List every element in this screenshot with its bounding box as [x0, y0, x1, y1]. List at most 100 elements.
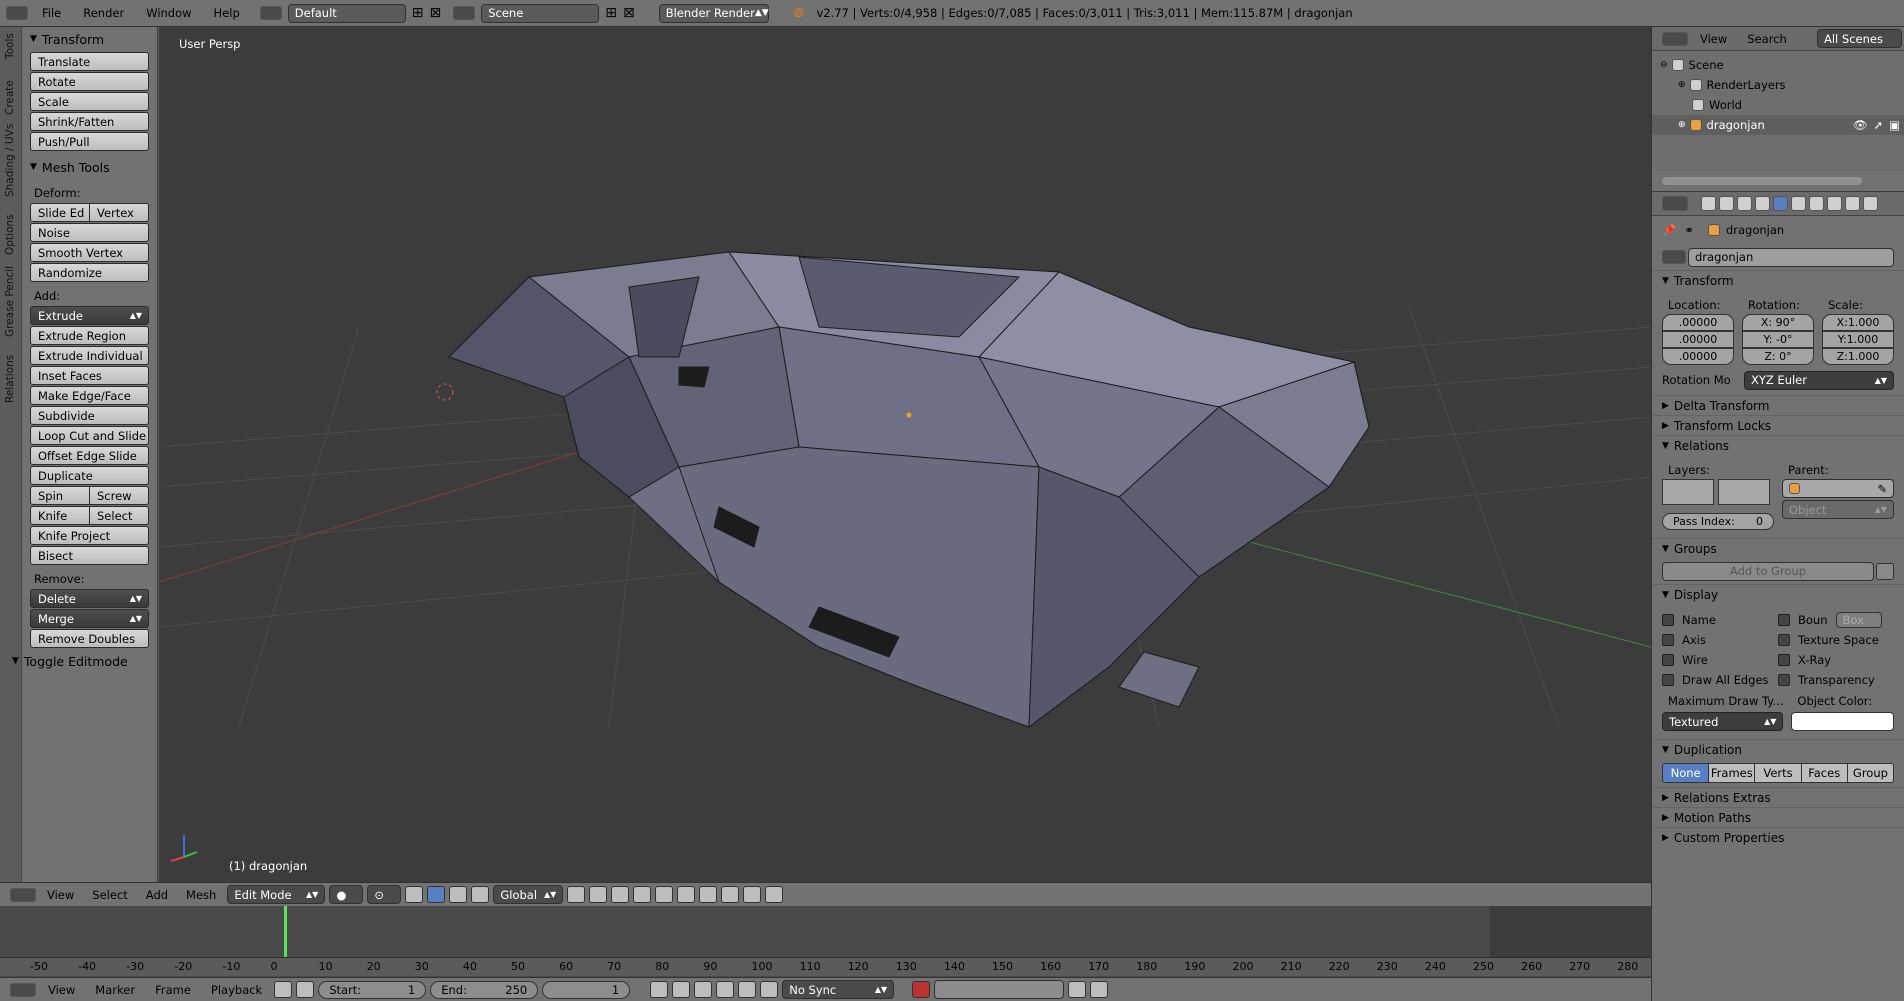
texture-space-checkbox[interactable] — [1778, 634, 1790, 646]
object-browse-icon[interactable] — [1662, 250, 1686, 264]
rotate-manipulator-icon[interactable] — [449, 886, 468, 903]
layers-icon[interactable] — [721, 886, 740, 903]
transform-locks-section-header[interactable]: ▶ Transform Locks — [1652, 415, 1904, 435]
randomize-button[interactable]: Randomize — [30, 263, 149, 282]
name-checkbox[interactable] — [1662, 614, 1674, 626]
inset-faces-button[interactable]: Inset Faces — [30, 366, 149, 385]
toggle-editmode-panel-header[interactable]: ▼ Toggle Editmode — [12, 649, 157, 673]
selectable-arrow-icon[interactable]: ➚ — [1873, 118, 1883, 132]
extrude-region-button[interactable]: Extrude Region — [30, 326, 149, 345]
mesh-tools-panel-header[interactable]: ▼ Mesh Tools — [22, 155, 157, 179]
push-pull-button[interactable]: Push/Pull — [30, 132, 149, 151]
object-color-swatch[interactable] — [1791, 712, 1894, 731]
remove-layout-icon[interactable]: ⊠ — [430, 5, 442, 21]
menu-timeline-view[interactable]: View — [40, 983, 83, 997]
display-texture-space-option[interactable]: Texture Space — [1778, 630, 1894, 650]
display-axis-option[interactable]: Axis — [1662, 630, 1778, 650]
add-layout-icon[interactable]: ⊞ — [412, 5, 424, 21]
relations-section-header[interactable]: ▼ Relations — [1652, 435, 1904, 455]
tab-relations[interactable]: Relations — [4, 355, 16, 403]
offset-edge-slide-button[interactable]: Offset Edge Slide — [30, 446, 149, 465]
remove-doubles-button[interactable]: Remove Doubles — [30, 629, 149, 648]
play-reverse-icon[interactable] — [694, 981, 713, 998]
duplication-section-header[interactable]: ▼ Duplication — [1652, 739, 1904, 759]
orientation-select[interactable]: Global ▲▼ — [493, 885, 564, 904]
menu-window[interactable]: Window — [138, 6, 199, 20]
layout-grid-icon[interactable] — [259, 6, 282, 20]
timeline-editor-icon[interactable] — [10, 982, 36, 997]
texture-tab-icon[interactable] — [1863, 196, 1878, 211]
snap-element-icon[interactable] — [699, 886, 718, 903]
outliner-row-dragonjan[interactable]: ⊕ dragonjan 👁 ➚ ▣ — [1652, 115, 1904, 135]
display-wire-option[interactable]: Wire — [1662, 650, 1778, 670]
subdivide-button[interactable]: Subdivide — [30, 406, 149, 425]
tab-grease-pencil[interactable]: Grease Pencil — [4, 266, 16, 337]
visibility-eye-icon[interactable]: 👁 — [1853, 118, 1868, 132]
slide-edge-button[interactable]: Slide Ed — [30, 203, 90, 222]
knife-project-button[interactable]: Knife Project — [30, 526, 149, 545]
render-engine-select[interactable]: Blender Render ▲▼ — [658, 3, 769, 23]
bounds-type-select[interactable]: Box — [1835, 612, 1882, 628]
menu-render[interactable]: Render — [75, 6, 132, 20]
face-select-icon[interactable] — [611, 886, 630, 903]
expand-icon[interactable]: ⊕ — [1678, 120, 1686, 130]
rotation-z-field[interactable]: Z: 0° — [1742, 348, 1814, 365]
scene-icon[interactable] — [453, 6, 476, 20]
object-name-field[interactable]: dragonjan — [1688, 247, 1894, 267]
display-xray-option[interactable]: X-Ray — [1778, 650, 1894, 670]
insert-keyframe-icon[interactable] — [1068, 981, 1087, 998]
properties-editor-icon[interactable] — [1662, 196, 1688, 211]
eyedropper-icon[interactable]: ✎ — [1877, 482, 1887, 496]
rotate-button[interactable]: Rotate — [30, 72, 149, 91]
shading-select[interactable]: ● — [329, 885, 364, 904]
jump-start-icon[interactable] — [650, 981, 669, 998]
jump-keyframe-back-icon[interactable] — [672, 981, 691, 998]
bounds-checkbox[interactable] — [1778, 614, 1790, 626]
display-bounds-option[interactable]: Boun Box — [1778, 610, 1894, 630]
render-animation-icon[interactable] — [765, 886, 784, 903]
proportional-edit-icon[interactable] — [655, 886, 674, 903]
jump-keyframe-forward-icon[interactable] — [738, 981, 757, 998]
material-tab-icon[interactable] — [1845, 196, 1860, 211]
delta-transform-section-header[interactable]: ▶ Delta Transform — [1652, 395, 1904, 415]
custom-properties-section-header[interactable]: ▶ Custom Properties — [1652, 827, 1904, 847]
3d-viewport[interactable]: User Persp (1) dragonjan — [159, 27, 1651, 882]
outliner-scrollbar[interactable] — [1662, 177, 1862, 185]
menu-file[interactable]: File — [34, 6, 69, 20]
current-frame-indicator[interactable] — [284, 906, 287, 958]
knife-select-button[interactable]: Select — [90, 506, 149, 525]
menu-add[interactable]: Add — [139, 888, 175, 902]
dup-frames-option[interactable]: Frames — [1709, 763, 1756, 783]
viewport-scene[interactable] — [159, 27, 1651, 882]
rotation-y-field[interactable]: Y: -0° — [1742, 331, 1814, 348]
layers-block-a[interactable] — [1662, 479, 1714, 505]
menu-select[interactable]: Select — [85, 888, 134, 902]
location-x-field[interactable]: .00000 — [1662, 314, 1734, 331]
menu-playback[interactable]: Playback — [203, 983, 270, 997]
pin-icon[interactable]: 📌 — [1662, 223, 1676, 237]
layers-grid[interactable] — [1662, 479, 1774, 505]
parent-type-select[interactable]: Object ▲▼ — [1782, 500, 1894, 519]
scene-tab-icon[interactable] — [1737, 196, 1752, 211]
spin-button[interactable]: Spin — [30, 486, 90, 505]
axis-checkbox[interactable] — [1662, 634, 1674, 646]
display-section-header[interactable]: ▼ Display — [1652, 584, 1904, 604]
relations-extras-section-header[interactable]: ▶ Relations Extras — [1652, 787, 1904, 807]
scale-z-field[interactable]: Z:1.000 — [1822, 348, 1894, 365]
parent-field[interactable]: ✎ — [1782, 479, 1894, 498]
sync-select[interactable]: No Sync ▲▼ — [782, 980, 895, 999]
transform-panel-header[interactable]: ▼ Transform — [22, 27, 157, 51]
merge-menu[interactable]: Merge ▲▼ — [30, 609, 149, 628]
menu-frame[interactable]: Frame — [147, 983, 199, 997]
wire-checkbox[interactable] — [1662, 654, 1674, 666]
menu-marker[interactable]: Marker — [87, 983, 143, 997]
timeline-ruler[interactable]: -50 -40 -30 -20 -10 0 10 20 30 40 50 60 70 80 90 100 110… — [0, 958, 1651, 976]
data-tab-icon[interactable] — [1827, 196, 1842, 211]
dup-faces-option[interactable]: Faces — [1801, 763, 1848, 783]
groups-section-header[interactable]: ▼ Groups — [1652, 538, 1904, 558]
outliner-row-renderlayers[interactable]: ⊕ RenderLayers — [1652, 75, 1904, 95]
display-transparency-option[interactable]: Transparency — [1778, 670, 1894, 690]
translate-button[interactable]: Translate — [30, 52, 149, 71]
max-draw-type-select[interactable]: Textured ▲▼ — [1662, 712, 1784, 731]
layout-field[interactable]: Default — [287, 3, 406, 23]
